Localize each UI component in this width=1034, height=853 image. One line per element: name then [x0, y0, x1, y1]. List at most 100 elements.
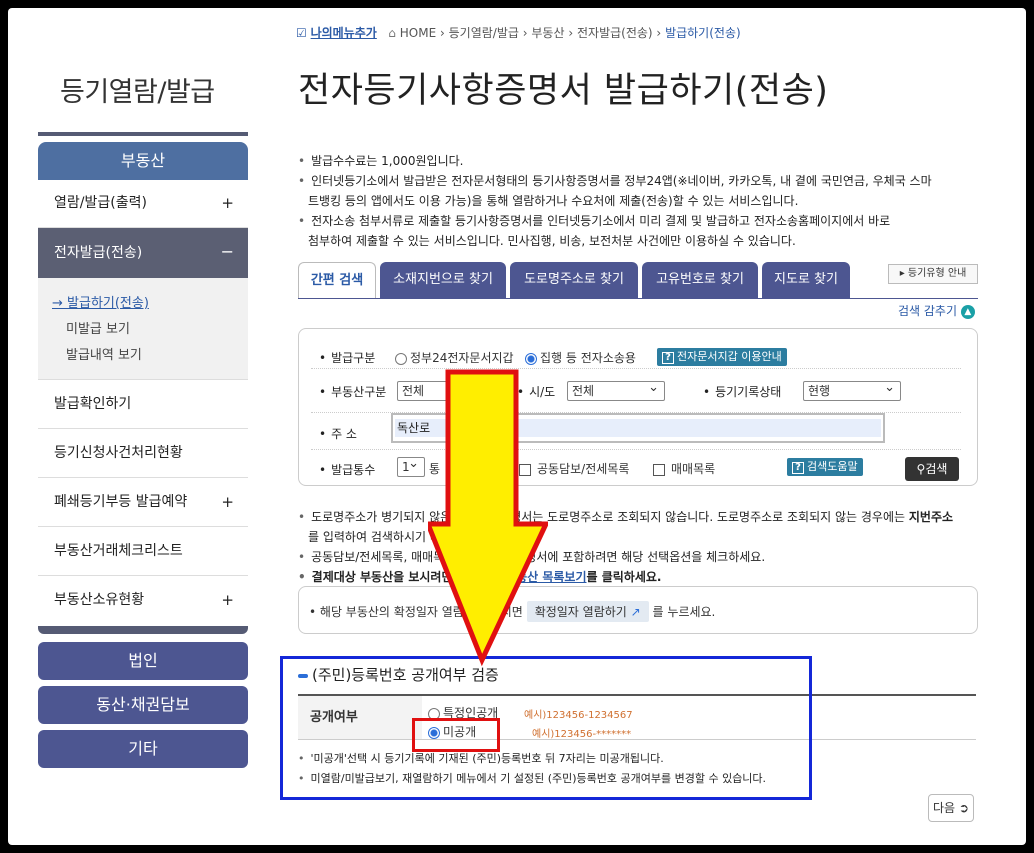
submenu-issue-history[interactable]: 발급내역 보기	[66, 344, 142, 363]
sidebar-item-view-issue[interactable]: 열람/발급(출력) +	[38, 179, 248, 228]
record-state-select[interactable]: 현행	[803, 379, 901, 401]
tab-lot-address[interactable]: 소재지번으로 찾기	[380, 262, 506, 298]
tab-underline	[298, 298, 978, 299]
sidebar-item-ownership[interactable]: 부동산소유현황 +	[38, 576, 248, 625]
submenu-unissued[interactable]: 미발급 보기	[66, 318, 130, 337]
arrow-right-icon: ▸	[899, 268, 905, 279]
confirm-date-box: • 해당 부동산의 확정일자 열람을 원하시면 확정일자 열람하기 ↗ 를 누르…	[298, 586, 978, 634]
sidebar-item-label: 발급확인하기	[54, 396, 132, 412]
search-help-label: 검색도움말	[807, 460, 858, 473]
sidebar-section-realestate[interactable]: 부동산	[38, 142, 248, 180]
sidebar-item-issue-confirm[interactable]: 발급확인하기	[38, 380, 248, 429]
my-menu-add-link[interactable]: 나의메뉴추가	[311, 26, 377, 40]
wallet-help-label: 전자문서지갑 이용안내	[677, 350, 782, 363]
sidebar-item-checklist[interactable]: 부동산거래체크리스트	[38, 527, 248, 576]
next-button-label: 다음	[933, 801, 956, 815]
joint-collateral-label: 공동담보/전세목록	[537, 462, 630, 476]
radio-icon[interactable]	[395, 352, 407, 365]
sidebar-button-corporation[interactable]: 법인	[38, 642, 248, 680]
expand-plus-icon[interactable]: +	[221, 478, 234, 527]
issue-option-ecourt[interactable]: 집행 등 전자소송용	[525, 349, 636, 366]
sidebar-title: 등기열람/발급	[60, 77, 215, 108]
next-button[interactable]: 다음 ➲	[928, 794, 974, 822]
sidebar-item-label: 부동산거래체크리스트	[54, 543, 183, 559]
row-divider	[311, 449, 961, 450]
tab-map[interactable]: 지도로 찾기	[762, 262, 850, 298]
tab-simple-search[interactable]: 간편 검색	[298, 262, 376, 299]
sidebar-item-case-status[interactable]: 등기신청사건처리현황	[38, 429, 248, 478]
hide-search-label: 검색 감추기	[898, 304, 958, 318]
count-label: 발급통수	[319, 461, 375, 478]
annotation-blue-box	[280, 656, 812, 800]
sidebar-submenu: → 발급하기(전송) 미발급 보기 발급내역 보기	[38, 278, 248, 380]
page-title: 전자등기사항증명서 발급하기(전송)	[298, 71, 829, 111]
intro-gov24-cont: 트뱅킹 등의 앱에서도 이용 가능)을 통해 열람하거나 수요처에 제출(전송)…	[308, 194, 799, 208]
collapse-minus-icon[interactable]: −	[221, 227, 234, 277]
search-form: 발급구분 정부24전자문서지갑 집행 등 전자소송용 ?전자문서지갑 이용안내 …	[298, 328, 978, 486]
issue-type-label: 발급구분	[319, 349, 375, 366]
sidebar-button-movable-collateral[interactable]: 동산·채권담보	[38, 686, 248, 724]
breadcrumb: ☑ 나의메뉴추가 ⌂ HOME › 등기열람/발급 › 부동산 › 전자발급(전…	[296, 24, 741, 41]
breadcrumb-electronic[interactable]: 전자발급(전송)	[577, 26, 653, 40]
guide-button-label: 등기유형 안내	[907, 268, 967, 279]
search-button-label: 검색	[925, 462, 948, 476]
confirm-date-button-label: 확정일자 열람하기	[534, 605, 627, 619]
intro-ecourt: 전자소송 첨부서류로 제출할 등기사항증명서를 인터넷등기소에서 미리 결제 및…	[298, 212, 890, 229]
sidebar-top-bar	[38, 132, 248, 136]
trade-list-checkbox[interactable]: 매매목록	[653, 460, 715, 477]
breadcrumb-separator: ›	[439, 26, 445, 40]
sidebar-item-closed-registry[interactable]: 폐쇄등기부등 발급예약 +	[38, 478, 248, 527]
breadcrumb-realestate[interactable]: 부동산	[531, 26, 564, 40]
sidebar-item-label: 폐쇄등기부등 발급예약	[54, 494, 188, 510]
note-road-text: 도로명주소가 병기되지 않은 등기사항증명서는 도로명주소로 조회되지 않습니다…	[311, 510, 906, 524]
sidebar-item-label: 등기신청사건처리현황	[54, 445, 183, 461]
question-icon: ?	[792, 462, 804, 474]
sidebar-button-other[interactable]: 기타	[38, 730, 248, 768]
external-link-icon: ↗	[630, 605, 641, 619]
record-state-label: 등기기록상태	[703, 383, 781, 400]
breadcrumb-separator: ›	[656, 26, 662, 40]
expand-plus-icon[interactable]: +	[221, 576, 234, 625]
search-help-button[interactable]: ? 검색도움말	[787, 458, 863, 476]
expand-plus-icon[interactable]: +	[221, 179, 234, 228]
sidebar-item-label: 부동산소유현황	[54, 592, 145, 608]
breadcrumb-registry[interactable]: 등기열람/발급	[449, 26, 519, 40]
sidebar-bottom-bar	[38, 626, 248, 634]
checkbox-icon[interactable]	[653, 463, 665, 476]
tab-road-address[interactable]: 도로명주소로 찾기	[510, 262, 638, 298]
submenu-issue-send[interactable]: → 발급하기(전송)	[52, 292, 149, 311]
confirm-date-tail: 를 누르세요.	[652, 605, 716, 619]
issue-option-gov24-label: 정부24전자문서지갑	[410, 351, 514, 365]
property-type-label: 부동산구분	[319, 383, 386, 400]
sido-select[interactable]: 전체	[567, 379, 665, 401]
browser-page: 등기열람/발급 부동산 열람/발급(출력) + 전자발급(전송) − → 발급하기(…	[8, 8, 1026, 845]
row-issue-type: 발급구분 정부24전자문서지갑 집행 등 전자소송용 ?전자문서지갑 이용안내	[311, 343, 961, 369]
hide-search-toggle[interactable]: 검색 감추기 ▲	[898, 302, 975, 319]
breadcrumb-home[interactable]: HOME	[400, 26, 436, 40]
home-icon: ⌂	[388, 26, 396, 40]
count-select[interactable]: 1	[397, 455, 425, 477]
note-payment-tail: 를 클릭하세요.	[586, 570, 662, 584]
question-icon: ?	[662, 352, 674, 364]
intro-ecourt-cont: 첨부하여 제출할 수 있는 서비스입니다. 민사집행, 비송, 보전처분 사건에…	[308, 234, 796, 248]
sidebar-item-label: 열람/발급(출력)	[54, 195, 147, 211]
search-button[interactable]: ⚲검색	[905, 457, 959, 481]
sidebar-item-electronic-issue[interactable]: 전자발급(전송) −	[38, 228, 248, 278]
registry-type-guide-button[interactable]: ▸ 등기유형 안내	[888, 264, 978, 284]
issue-option-gov24[interactable]: 정부24전자문서지갑	[395, 349, 514, 366]
check-icon: ☑	[296, 26, 307, 40]
sidebar-item-label: 전자발급(전송)	[54, 245, 143, 261]
wallet-help-button[interactable]: ? 전자문서지갑 이용안내	[657, 348, 787, 366]
note-road-address: 도로명주소가 병기되지 않은 등기사항증명서는 도로명주소로 조회되지 않습니다…	[298, 508, 953, 525]
tab-unique-number[interactable]: 고유번호로 찾기	[642, 262, 758, 298]
chevron-up-icon: ▲	[960, 304, 975, 319]
intro-gov24: 인터넷등기소에서 발급받은 전자문서형태의 등기사항증명서를 정부24앱(※네이…	[298, 172, 932, 189]
annotation-red-box	[412, 718, 500, 752]
note-lot-address: 지번주소	[908, 510, 954, 524]
radio-selected-icon[interactable]	[525, 352, 537, 365]
arrow-circle-right-icon: ➲	[958, 801, 969, 815]
breadcrumb-separator: ›	[522, 26, 528, 40]
breadcrumb-separator: ›	[568, 26, 574, 40]
intro-fee: 발급수수료는 1,000원입니다.	[298, 152, 463, 169]
row-property: 부동산구분 전체 시/도 전체 등기기록상태 현행	[311, 369, 961, 413]
